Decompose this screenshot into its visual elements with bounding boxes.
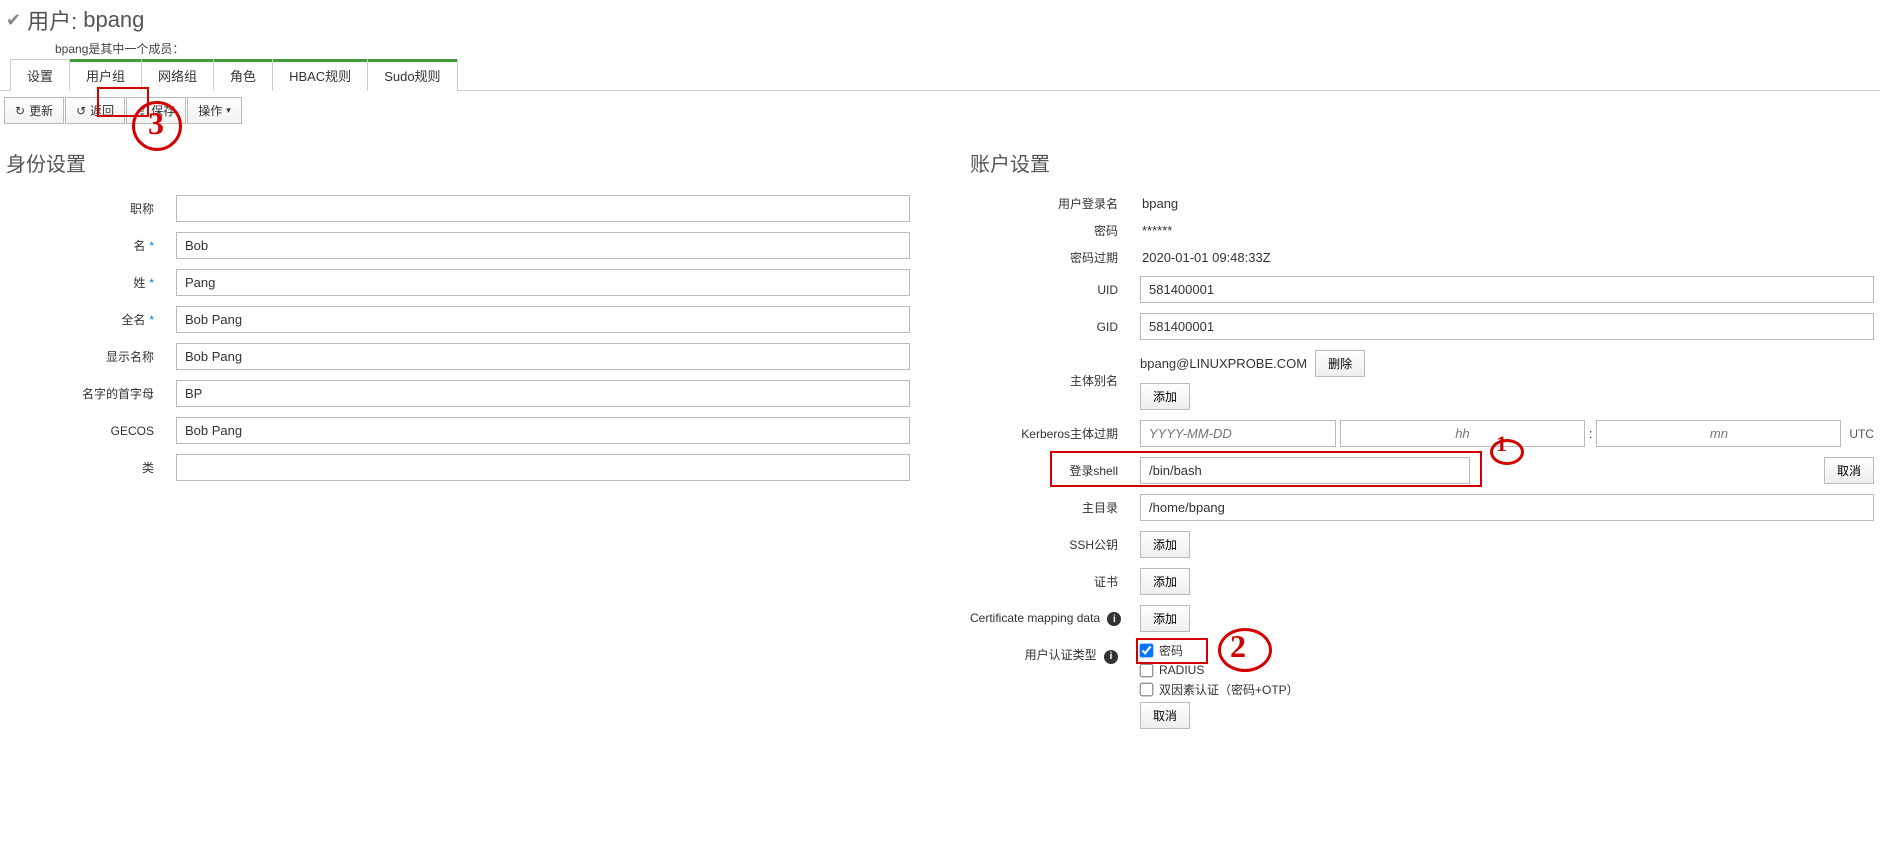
kerberos-date-input[interactable] xyxy=(1140,420,1336,447)
toolbar: ↻ 更新 ↺ 返回 ⇪ 保存 操作 ▾ 3 xyxy=(0,91,1880,130)
add-cert-button[interactable]: 添加 xyxy=(1140,568,1190,595)
label-full-name: 全名 xyxy=(121,313,145,327)
label-login: 用户登录名 xyxy=(1058,197,1118,211)
required-star: * xyxy=(149,239,154,253)
upload-icon: ⇪ xyxy=(137,104,147,118)
subtitle: bpang是其中一个成员： xyxy=(55,40,1880,59)
tabs: 设置用户组网络组角色HBAC规则Sudo规则 xyxy=(10,59,1880,91)
check-icon: ✔ xyxy=(6,10,21,31)
time-separator: : xyxy=(1589,426,1593,441)
auth-radius-label: RADIUS xyxy=(1159,663,1204,677)
label-first-name: 名 xyxy=(133,239,145,253)
login-value: bpang xyxy=(1140,196,1178,211)
refresh-label: 更新 xyxy=(29,102,53,119)
label-gecos: GECOS xyxy=(111,424,154,438)
auth-password-label: 密码 xyxy=(1159,642,1183,659)
password-value: ****** xyxy=(1140,223,1172,238)
tab-角色[interactable]: 角色 xyxy=(213,59,273,91)
back-button[interactable]: ↺ 返回 xyxy=(65,97,125,124)
label-login-shell: 登录shell xyxy=(1069,464,1118,478)
label-principal-alias: 主体别名 xyxy=(1070,374,1118,388)
auth-two-factor-checkbox[interactable]: 双因素认证（密码+OTP） xyxy=(1140,681,1874,698)
info-icon[interactable]: i xyxy=(1107,612,1121,626)
gecos-input[interactable] xyxy=(176,417,910,444)
label-certs: 证书 xyxy=(1094,575,1118,589)
page-title: ✔ 用户: bpang xyxy=(0,0,1880,40)
account-title: 账户设置 xyxy=(970,148,1874,177)
label-gid: GID xyxy=(1097,320,1118,334)
undo-icon: ↺ xyxy=(76,104,86,118)
home-input[interactable] xyxy=(1140,494,1874,521)
gid-input[interactable] xyxy=(1140,313,1874,340)
tab-用户组[interactable]: 用户组 xyxy=(69,59,142,91)
tab-设置[interactable]: 设置 xyxy=(10,59,70,91)
info-icon[interactable]: i xyxy=(1104,650,1118,664)
title-prefix: 用户: xyxy=(27,4,77,36)
last-name-input[interactable] xyxy=(176,269,910,296)
auth-radius-checkbox[interactable]: RADIUS xyxy=(1140,663,1874,677)
add-principal-button[interactable]: 添加 xyxy=(1140,383,1190,410)
chevron-down-icon: ▾ xyxy=(226,105,231,116)
account-section: 账户设置 用户登录名 bpang 密码 ****** 密码过期 2020-01-… xyxy=(970,148,1874,739)
label-kerberos-expiry: Kerberos主体过期 xyxy=(1021,427,1118,441)
principal-alias-value: bpang@LINUXPROBE.COM xyxy=(1140,356,1307,371)
auth-password-checkbox[interactable]: 密码 xyxy=(1140,642,1874,659)
auth-radius-box[interactable] xyxy=(1140,663,1154,677)
tab-网络组[interactable]: 网络组 xyxy=(141,59,214,91)
label-job-title: 职称 xyxy=(130,202,154,216)
label-password: 密码 xyxy=(1094,224,1118,238)
label-ssh-keys: SSH公钥 xyxy=(1069,538,1118,552)
delete-principal-button[interactable]: 删除 xyxy=(1315,350,1365,377)
label-class: 类 xyxy=(142,461,154,475)
label-home: 主目录 xyxy=(1082,501,1118,515)
label-cert-map: Certificate mapping data xyxy=(970,611,1100,625)
refresh-button[interactable]: ↻ 更新 xyxy=(4,97,64,124)
full-name-input[interactable] xyxy=(176,306,910,333)
class-input[interactable] xyxy=(176,454,910,481)
label-auth-types: 用户认证类型 xyxy=(1025,648,1097,662)
add-ssh-key-button[interactable]: 添加 xyxy=(1140,531,1190,558)
required-star: * xyxy=(149,313,154,327)
back-label: 返回 xyxy=(90,102,114,119)
initials-input[interactable] xyxy=(176,380,910,407)
auth-two-factor-label: 双因素认证（密码+OTP） xyxy=(1159,681,1299,698)
required-star: * xyxy=(149,276,154,290)
tab-Sudo规则[interactable]: Sudo规则 xyxy=(367,59,457,91)
refresh-icon: ↻ xyxy=(15,104,25,118)
add-cert-map-button[interactable]: 添加 xyxy=(1140,605,1190,632)
kerberos-mn-input[interactable] xyxy=(1596,420,1841,447)
auth-password-box[interactable] xyxy=(1140,644,1154,658)
uid-input[interactable] xyxy=(1140,276,1874,303)
actions-label: 操作 xyxy=(198,102,222,119)
save-button[interactable]: ⇪ 保存 xyxy=(126,97,186,124)
job-title-input[interactable] xyxy=(176,195,910,222)
pwd-expiry-value: 2020-01-01 09:48:33Z xyxy=(1140,250,1271,265)
identity-section: 身份设置 职称 名 * 姓 * 全名 * 显示名称 名字的首字母 GECOS xyxy=(6,148,910,739)
label-initials: 名字的首字母 xyxy=(82,387,154,401)
auth-cancel-button[interactable]: 取消 xyxy=(1140,702,1190,729)
login-shell-cancel-button[interactable]: 取消 xyxy=(1824,457,1874,484)
display-name-input[interactable] xyxy=(176,343,910,370)
label-pwd-expiry: 密码过期 xyxy=(1070,251,1118,265)
identity-title: 身份设置 xyxy=(6,148,910,177)
tab-HBAC规则[interactable]: HBAC规则 xyxy=(272,59,368,91)
utc-label: UTC xyxy=(1849,427,1874,441)
label-last-name: 姓 xyxy=(133,276,145,290)
kerberos-hh-input[interactable] xyxy=(1340,420,1585,447)
login-shell-input[interactable] xyxy=(1140,457,1470,484)
title-username: bpang xyxy=(83,7,144,33)
first-name-input[interactable] xyxy=(176,232,910,259)
save-label: 保存 xyxy=(151,102,175,119)
label-display-name: 显示名称 xyxy=(106,350,154,364)
auth-two-factor-box[interactable] xyxy=(1140,683,1154,697)
label-uid: UID xyxy=(1097,283,1118,297)
actions-button[interactable]: 操作 ▾ xyxy=(187,97,242,124)
